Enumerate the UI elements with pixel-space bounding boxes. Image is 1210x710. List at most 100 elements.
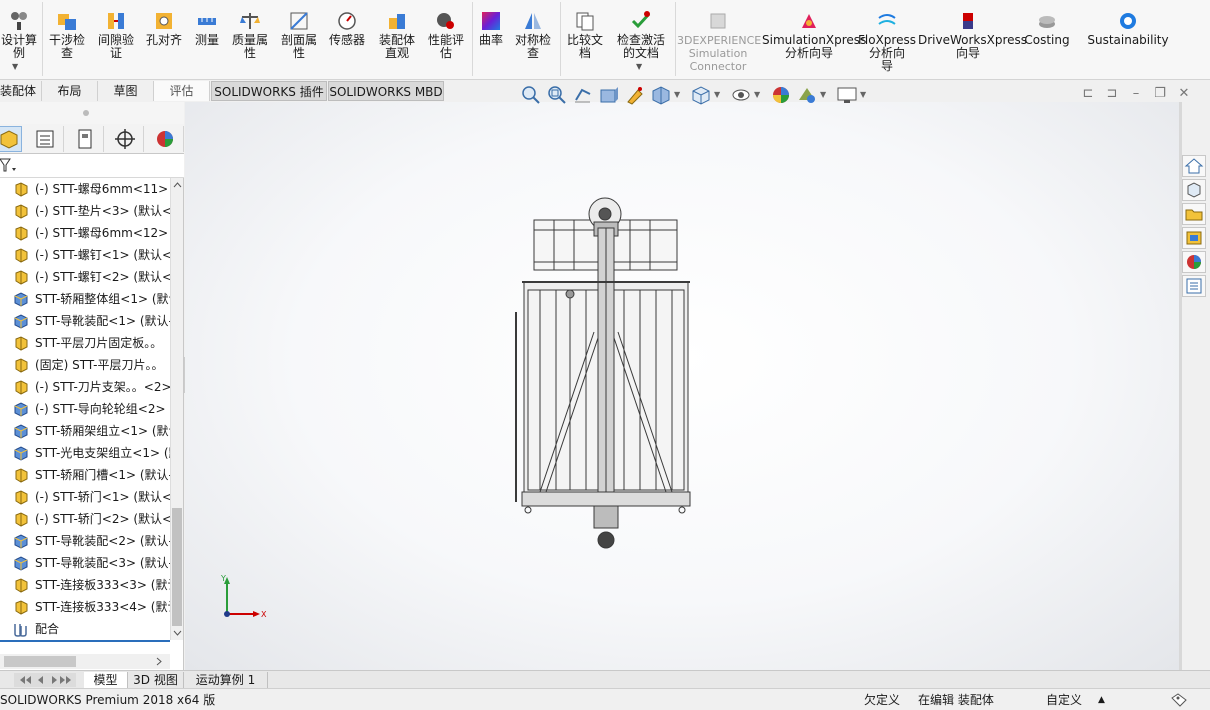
chevron-down-icon[interactable]: ▼ (12, 62, 18, 71)
chevron-down-icon[interactable]: ▼ (674, 90, 680, 99)
tree-item[interactable]: STT-轿厢整体组<1> (默认 (0, 288, 170, 310)
dynamic-annotation-icon[interactable] (624, 84, 646, 106)
tree-item[interactable]: (-) STT-导向轮轮组<2> ( (0, 398, 170, 420)
scroll-right-icon[interactable] (154, 656, 164, 667)
tab-custom-properties[interactable] (1182, 275, 1206, 297)
tab-design-library[interactable] (1182, 179, 1206, 201)
view-orientation-icon[interactable] (650, 84, 672, 106)
measure-button[interactable]: 测量 (190, 4, 224, 78)
zoom-to-area-icon[interactable] (546, 84, 568, 106)
tree-horizontal-scrollbar[interactable] (0, 654, 170, 669)
edit-appearance-icon[interactable] (770, 84, 792, 106)
tab-layout[interactable]: 布局 (42, 81, 98, 101)
mass-props-button[interactable]: 质量属 性 (226, 4, 274, 78)
tree-item[interactable]: (-) STT-轿门<1> (默认< (0, 486, 170, 508)
tree-item[interactable]: STT-轿厢门槽<1> (默认- (0, 464, 170, 486)
tree-item[interactable]: (固定) STT-平层刀片。。 (0, 354, 170, 376)
tree-item[interactable]: STT-平层刀片固定板。。 (0, 332, 170, 354)
3dx-sim-button[interactable]: 3DEXPERIENCE Simulation Connector (677, 4, 761, 78)
previous-view-icon[interactable] (572, 84, 594, 106)
tab-assembly[interactable]: 装配体 (0, 81, 42, 101)
section-view-icon[interactable] (598, 84, 620, 106)
tree-item[interactable]: STT-连接板333<3> (默认 (0, 574, 170, 596)
zoom-to-fit-icon[interactable] (520, 84, 542, 106)
section-props-button[interactable]: 剖面属 性 (276, 4, 322, 78)
interference-button[interactable]: 干涉检 查 (44, 4, 90, 78)
restore-icon[interactable]: ❐ (1152, 86, 1168, 102)
symmetry-icon (525, 13, 541, 29)
costing-button[interactable]: Costing (1020, 4, 1074, 78)
tab-appearances[interactable] (1182, 251, 1206, 273)
scroll-thumb[interactable] (4, 656, 76, 667)
chevron-down-icon[interactable]: ▼ (860, 90, 866, 99)
driveworks-button[interactable]: DriveWorksXpress 向导 (918, 4, 1027, 78)
tab-solidworks-mbd[interactable]: SOLIDWORKS MBD (328, 81, 444, 101)
scroll-down-icon[interactable] (172, 628, 183, 638)
tab-model[interactable]: 模型 (84, 672, 128, 688)
tree-item[interactable]: (-) STT-螺钉<2> (默认< (0, 266, 170, 288)
tag-icon[interactable] (1170, 692, 1188, 708)
tab-dimxpert-manager[interactable] (106, 126, 144, 152)
tree-item[interactable]: STT-导靴装配<1> (默认- (0, 310, 170, 332)
display-style-icon[interactable] (690, 84, 712, 106)
scroll-up-icon[interactable] (172, 180, 183, 190)
part-icon (15, 182, 28, 197)
view-settings-icon[interactable] (836, 84, 858, 106)
scroll-thumb[interactable] (172, 508, 182, 626)
tree-item[interactable]: (-) STT-螺钉<1> (默认< (0, 244, 170, 266)
tree-item[interactable]: (-) STT-刀片支架。。<2> (0, 376, 170, 398)
tree-item[interactable]: (-) STT-垫片<3> (默认< (0, 200, 170, 222)
tree-item[interactable]: STT-导靴装配<3> (默认- (0, 552, 170, 574)
chevron-down-icon[interactable]: ▼ (636, 62, 642, 71)
tab-file-explorer[interactable] (1182, 203, 1206, 225)
tree-item[interactable]: STT-连接板333<4> (默认 (0, 596, 170, 618)
tab-scroll-arrows-icon[interactable] (14, 673, 76, 687)
hole-align-button[interactable]: 孔对齐 (142, 4, 186, 78)
tab-solidworks-resources[interactable] (1182, 155, 1206, 177)
asm-visual-button[interactable]: 装配体 直观 (374, 4, 420, 78)
close-icon[interactable]: ✕ (1176, 86, 1192, 102)
chevron-up-icon[interactable]: ▲ (1098, 690, 1105, 710)
compare-docs-button[interactable]: 比较文 档 (562, 4, 608, 78)
tab-feature-manager[interactable] (0, 126, 22, 152)
tab-configuration-manager[interactable] (66, 126, 104, 152)
curvature-button[interactable]: 曲率 (474, 4, 508, 78)
tree-item[interactable]: STT-光电支架组立<1> (默 (0, 442, 170, 464)
hide-show-items-icon[interactable] (730, 84, 752, 106)
chevron-down-icon[interactable]: ▼ (754, 90, 760, 99)
symmetry-button[interactable]: 对称检 查 (510, 4, 556, 78)
tree-item[interactable]: (-) STT-螺母6mm<12> ( (0, 222, 170, 244)
tab-view-palette[interactable] (1182, 227, 1206, 249)
clearance-button[interactable]: 间隙验 证 (92, 4, 140, 78)
tab-sketch[interactable]: 草图 (98, 81, 154, 101)
sensor-button[interactable]: 传感器 (324, 4, 370, 78)
tree-filter[interactable] (0, 154, 184, 178)
panel-grip[interactable] (0, 102, 184, 124)
tab-evaluate[interactable]: 评估 (154, 81, 210, 101)
tree-item[interactable]: STT-轿厢架组立<1> (默认 (0, 420, 170, 442)
perf-eval-button[interactable]: 性能评 估 (422, 4, 470, 78)
tab-motion-study[interactable]: 运动算例 1 (184, 672, 268, 688)
floxpress-button[interactable]: FloXpress 分析向 导 (858, 4, 916, 78)
tree-item[interactable]: STT-导靴装配<2> (默认- (0, 530, 170, 552)
chevron-down-icon[interactable]: ▼ (820, 90, 826, 99)
tile-left-icon[interactable]: ⊏ (1080, 86, 1096, 102)
design-study-button[interactable]: 设计算 例 (0, 4, 38, 78)
tree-vertical-scrollbar[interactable] (170, 178, 183, 640)
sustainability-button[interactable]: Sustainability (1080, 4, 1176, 78)
tab-display-manager[interactable] (146, 126, 184, 152)
simxpress-button[interactable]: SimulationXpress 分析向导 (762, 4, 866, 78)
graphics-area[interactable]: ▼ ▼ ▼ ▼ ▼ ⊏ ⊐ – ❐ ✕ Y X (185, 86, 1189, 670)
apply-scene-icon[interactable] (796, 84, 818, 106)
tab-solidworks-addins[interactable]: SOLIDWORKS 插件 (211, 81, 327, 101)
chevron-down-icon[interactable]: ▼ (714, 90, 720, 99)
tree-item[interactable]: (-) STT-螺母6mm<11> ( (0, 178, 170, 200)
tab-property-manager[interactable] (26, 126, 64, 152)
elevator-car-model[interactable] (510, 192, 700, 552)
units-selector[interactable]: 自定义 (1046, 690, 1082, 710)
tile-right-icon[interactable]: ⊐ (1104, 86, 1120, 102)
tree-item-mates[interactable]: 配合 (0, 618, 170, 640)
tree-item[interactable]: (-) STT-轿门<2> (默认< (0, 508, 170, 530)
minimize-icon[interactable]: – (1128, 86, 1144, 102)
tab-3d-views[interactable]: 3D 视图 (128, 672, 184, 688)
